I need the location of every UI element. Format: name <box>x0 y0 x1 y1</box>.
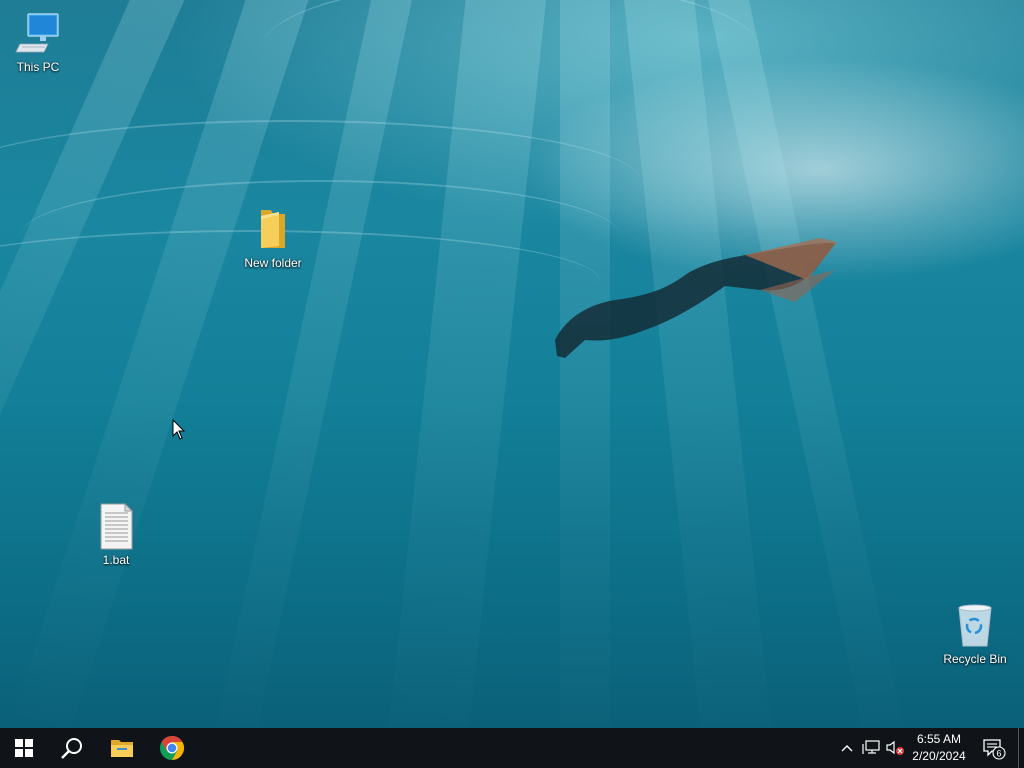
network-icon <box>862 740 880 754</box>
clock[interactable]: 6:55 AM 2/20/2024 <box>904 731 974 767</box>
text-file-icon <box>100 503 134 550</box>
folder-icon <box>261 210 285 248</box>
notification-icon: 6 <box>983 739 1006 760</box>
clock-time: 6:55 AM <box>916 732 962 746</box>
desktop-icon-label: This PC <box>16 60 60 74</box>
search-icon <box>61 738 82 759</box>
file-explorer-taskbar-button[interactable] <box>98 728 146 768</box>
windows-logo-icon <box>15 739 33 757</box>
show-desktop-button[interactable] <box>1018 728 1024 768</box>
this-pc-icon <box>15 13 59 53</box>
recycle-bin-shortcut[interactable]: Recycle Bin <box>937 602 1013 666</box>
start-button[interactable] <box>0 728 48 768</box>
desktop-icon-label: 1.bat <box>102 553 130 567</box>
volume-tray-button[interactable] <box>884 728 906 768</box>
chrome-icon <box>160 736 185 760</box>
desktop-icon-label: Recycle Bin <box>943 652 1007 666</box>
taskbar: 6:55 AM 2/20/2024 6 <box>0 728 1024 768</box>
notification-count-badge: 6 <box>996 749 1001 759</box>
chevron-up-icon <box>841 745 853 752</box>
network-tray-button[interactable] <box>860 728 882 768</box>
desktop-background[interactable]: This PC New folder 1.bat Recycle Bin <box>0 0 1024 728</box>
this-pc-shortcut[interactable]: This PC <box>0 10 76 74</box>
desktop-icon-label: New folder <box>244 256 302 270</box>
search-button[interactable] <box>48 728 96 768</box>
volume-muted-icon <box>886 740 904 755</box>
swimmer-wallpaper-figure <box>555 238 837 358</box>
bat-file-shortcut[interactable]: 1.bat <box>78 503 154 567</box>
chrome-taskbar-button[interactable] <box>148 728 196 768</box>
mouse-pointer-icon <box>172 419 186 440</box>
recycle-bin-icon <box>958 604 992 647</box>
clock-date: 2/20/2024 <box>912 749 966 763</box>
file-explorer-icon <box>111 740 133 757</box>
new-folder-shortcut[interactable]: New folder <box>235 206 311 270</box>
show-hidden-icons-button[interactable] <box>838 728 856 768</box>
action-center-button[interactable]: 6 <box>978 728 1008 768</box>
